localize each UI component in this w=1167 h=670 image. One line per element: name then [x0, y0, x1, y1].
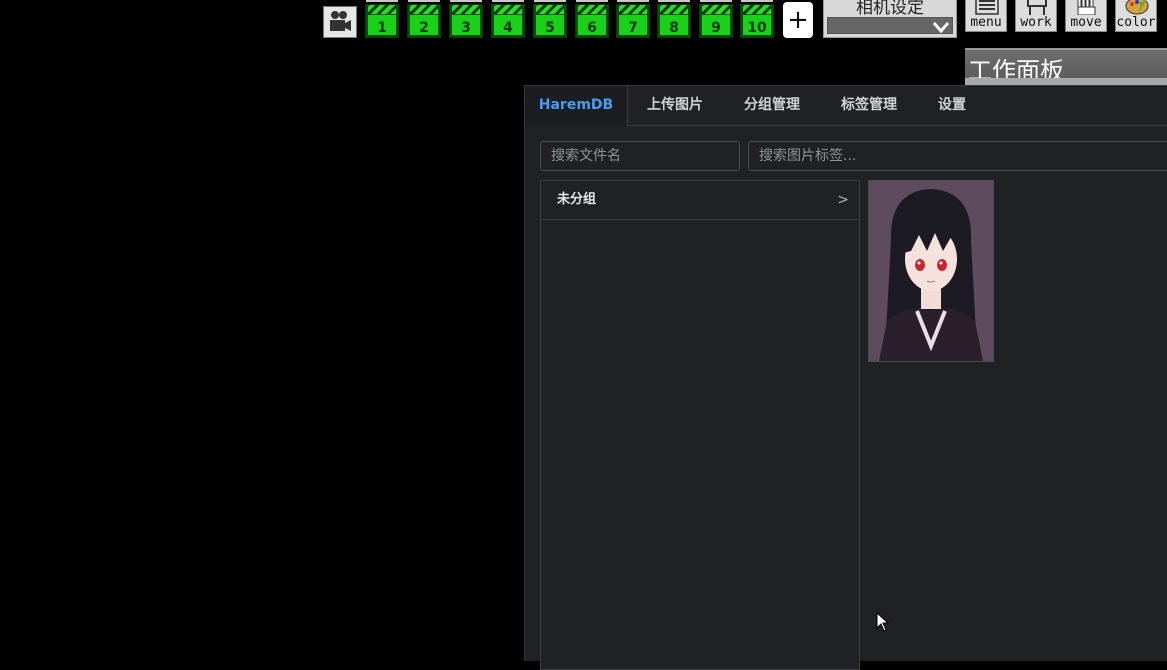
work-chair-icon: [1027, 0, 1047, 15]
scene-number: 8: [669, 20, 679, 36]
work-label: work: [1020, 15, 1052, 30]
clapper-stripe: [619, 5, 647, 14]
color-button[interactable]: color: [1115, 0, 1157, 32]
search-filename-input[interactable]: [540, 141, 740, 171]
scene-button-9[interactable]: 9: [699, 0, 733, 38]
clapper-stripe: [452, 5, 480, 14]
anime-character-image: [869, 181, 993, 361]
group-item-label: 未分组: [557, 192, 597, 207]
image-thumbnail[interactable]: [868, 180, 994, 362]
scene-number: 7: [628, 20, 638, 36]
menu-list-icon: [975, 0, 999, 15]
search-tags-input[interactable]: [748, 141, 1167, 171]
scene-button-10[interactable]: 10: [740, 0, 774, 38]
scene-number: 10: [747, 20, 767, 36]
clapper-stripe: [702, 5, 730, 14]
menu-label: menu: [970, 15, 1002, 30]
scene-number: 3: [461, 20, 471, 36]
move-button[interactable]: move: [1065, 0, 1107, 32]
tab-upload-images[interactable]: 上传图片: [635, 86, 715, 125]
scene-button-1[interactable]: 1: [365, 0, 399, 38]
group-list: 未分组 >: [540, 180, 860, 670]
work-panel-divider: [965, 78, 1167, 85]
clapper-stripe: [743, 5, 771, 14]
tab-settings[interactable]: 设置: [922, 86, 982, 125]
work-button[interactable]: work: [1015, 0, 1057, 32]
group-item-ungrouped[interactable]: 未分组 >: [541, 181, 859, 220]
mouse-cursor-icon: [876, 612, 890, 632]
color-label: color: [1116, 15, 1156, 30]
scene-number: 4: [503, 20, 513, 36]
scene-button-4[interactable]: 4: [491, 0, 525, 38]
scene-button-8[interactable]: 8: [657, 0, 691, 38]
video-camera-icon: [330, 11, 351, 31]
clapper-stripe: [660, 5, 688, 14]
scene-number: 5: [545, 20, 555, 36]
hand-icon: [1077, 0, 1096, 15]
clapper-stripe: [494, 5, 522, 14]
scene-number: 1: [377, 20, 387, 36]
tab-tag-management[interactable]: 标签管理: [829, 86, 909, 125]
menu-button[interactable]: menu: [965, 0, 1007, 32]
tab-group-management[interactable]: 分组管理: [732, 86, 812, 125]
palette-icon: [1125, 0, 1149, 15]
scene-number: 9: [711, 20, 721, 36]
clapper-stripe: [368, 5, 396, 14]
tab-bar: HaremDB 上传图片 分组管理 标签管理 设置: [525, 86, 1167, 126]
haremdb-panel: HaremDB 上传图片 分组管理 标签管理 设置 未分组 >: [524, 85, 1167, 670]
clapper-stripe: [536, 5, 564, 14]
scene-button-2[interactable]: 2: [407, 0, 441, 38]
camera-settings-label: 相机设定: [856, 0, 924, 18]
scene-number: 2: [419, 20, 429, 36]
clapper-stripe: [578, 5, 606, 14]
tab-haremdb[interactable]: HaremDB: [525, 86, 628, 126]
scene-button-5[interactable]: 5: [533, 0, 567, 38]
scene-button-3[interactable]: 3: [449, 0, 483, 38]
move-label: move: [1070, 15, 1102, 30]
scene-button-6[interactable]: 6: [575, 0, 609, 38]
clapper-stripe: [410, 5, 438, 14]
add-scene-button[interactable]: +: [783, 2, 813, 38]
chevron-down-icon: [932, 22, 950, 34]
work-panel-header[interactable]: 工作面板: [965, 48, 1167, 85]
scene-button-7[interactable]: 7: [616, 0, 650, 38]
chevron-right-icon: >: [837, 192, 849, 208]
video-camera-button[interactable]: [323, 6, 357, 38]
camera-settings-dropdown[interactable]: 相机设定: [823, 0, 957, 38]
scene-number: 6: [587, 20, 597, 36]
